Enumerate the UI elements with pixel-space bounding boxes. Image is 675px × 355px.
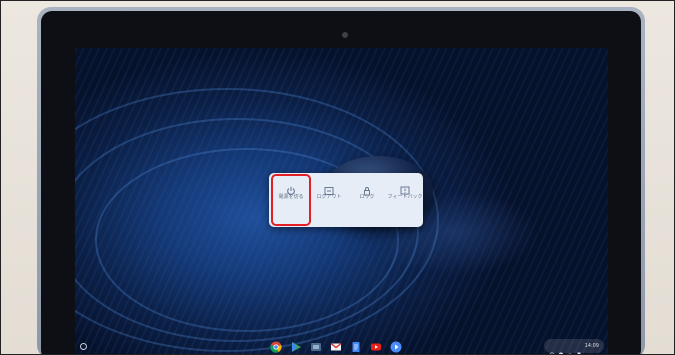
play-store-icon: [292, 342, 301, 352]
power-off-button[interactable]: 電源を切る: [271, 174, 311, 226]
feedback-button[interactable]: フィードバック: [386, 175, 424, 225]
status-tray[interactable]: 14:09: [543, 339, 604, 354]
lock-icon: [362, 181, 372, 196]
gmail-icon: [330, 342, 342, 351]
clock: 14:09: [584, 343, 599, 349]
shelf-app-files[interactable]: [309, 340, 323, 354]
shelf-apps: [269, 340, 403, 354]
power-off-label: 電源を切る: [278, 194, 304, 200]
launcher-button[interactable]: [80, 343, 87, 350]
chrome-icon: [270, 341, 282, 353]
screen-wallpaper: 電源を切る ログアウト ロック フィードバック 14:09: [75, 48, 608, 354]
photo-frame: 電源を切る ログアウト ロック フィードバック 14:09: [0, 0, 675, 355]
lock-label: ロック: [359, 194, 375, 200]
wifi-icon: [567, 343, 573, 354]
chromebook-device: 電源を切る ログアウト ロック フィードバック 14:09: [37, 7, 645, 354]
shelf-app-play-movies[interactable]: [389, 340, 403, 354]
logout-button[interactable]: ログアウト: [310, 175, 348, 225]
feedback-icon: [400, 181, 410, 195]
shelf-app-docs[interactable]: [349, 340, 363, 354]
shelf-app-play-store[interactable]: [289, 340, 303, 354]
account-icon: [558, 343, 564, 354]
lock-button[interactable]: ロック: [348, 175, 386, 225]
screen-bezel: 電源を切る ログアウト ロック フィードバック 14:09: [41, 11, 641, 354]
shelf-app-gmail[interactable]: [329, 340, 343, 354]
webcam: [342, 32, 348, 38]
docs-icon: [352, 342, 360, 352]
power-menu: 電源を切る ログアウト ロック フィードバック: [269, 173, 423, 227]
youtube-icon: [371, 343, 381, 351]
logout-label: ログアウト: [316, 194, 342, 200]
shelf: 14:09: [75, 336, 608, 354]
power-icon: [286, 181, 296, 195]
feedback-label: フィードバック: [387, 194, 423, 200]
battery-icon: [576, 343, 582, 354]
logout-icon: [324, 181, 334, 195]
play-movies-icon: [390, 341, 402, 353]
shelf-app-youtube[interactable]: [369, 340, 383, 354]
notification-icon: [549, 343, 555, 354]
files-icon: [311, 343, 321, 351]
shelf-app-chrome[interactable]: [269, 340, 283, 354]
